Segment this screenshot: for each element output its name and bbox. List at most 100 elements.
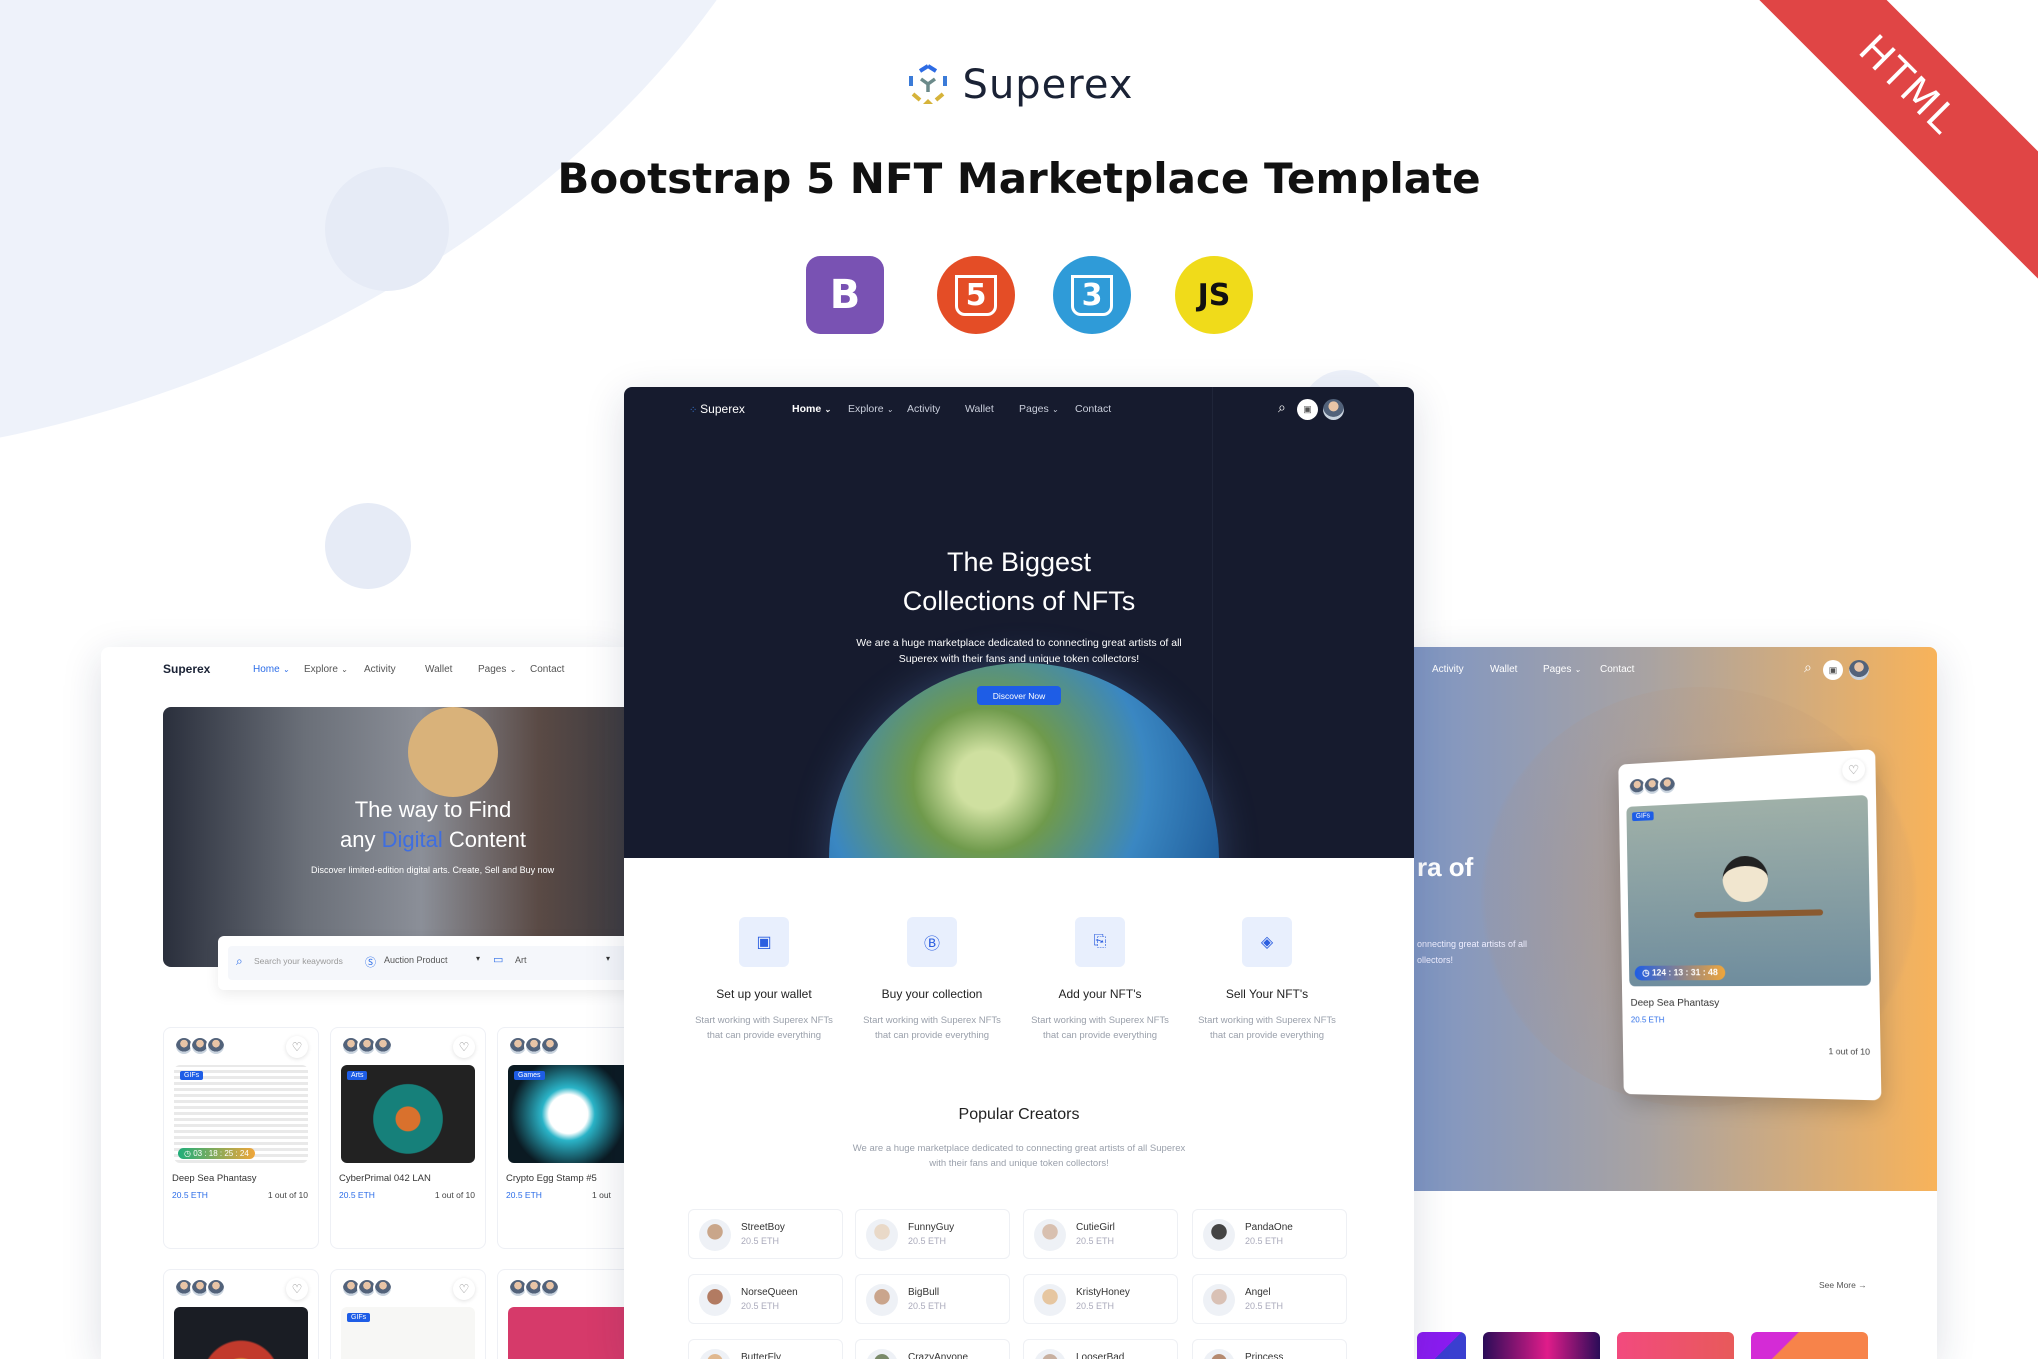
nft-card[interactable]: ♡ GIFs bbox=[330, 1269, 486, 1359]
search-input[interactable]: Search your keaywords bbox=[254, 956, 343, 966]
creator-name: Angel bbox=[1245, 1287, 1271, 1298]
collection-thumb[interactable] bbox=[1483, 1332, 1600, 1359]
wallet-button[interactable]: ▣ bbox=[1823, 660, 1843, 680]
creator-avatar bbox=[1203, 1219, 1235, 1251]
hero-desc-line2: Superex with their fans and unique token… bbox=[898, 653, 1140, 665]
step-title: Add your NFT's bbox=[1058, 987, 1142, 1001]
collection-thumb[interactable] bbox=[1617, 1332, 1734, 1359]
bitcoin-icon: Ⓑ bbox=[907, 917, 957, 967]
creator-card[interactable]: CutieGirl 20.5 ETH bbox=[1023, 1209, 1178, 1259]
nav-item-explore[interactable]: Explore ⌄ bbox=[848, 403, 893, 415]
hero-title-line2: Collections of NFTs bbox=[902, 586, 1136, 616]
creator-avatar bbox=[866, 1219, 898, 1251]
javascript-icon: JS bbox=[1175, 256, 1253, 334]
creator-card[interactable]: NorseQueen 20.5 ETH bbox=[688, 1274, 843, 1324]
nft-card[interactable]: ♡ bbox=[163, 1269, 319, 1359]
nft-image bbox=[508, 1307, 624, 1359]
nav-item-home[interactable]: Home ⌄ bbox=[792, 403, 831, 415]
owner-avatars bbox=[341, 1278, 393, 1298]
nav-item-wallet[interactable]: Wallet bbox=[425, 664, 452, 675]
discover-now-button[interactable]: Discover Now bbox=[977, 686, 1061, 705]
caret-down-icon: ▾ bbox=[476, 954, 481, 963]
featured-nft-card[interactable]: ♡ GIFs ◷ 124 : 13 : 31 : 48 Deep Sea Pha… bbox=[1618, 749, 1882, 1101]
nav-item-pages[interactable]: Pages ⌄ bbox=[1543, 664, 1581, 675]
heart-icon[interactable]: ♡ bbox=[286, 1036, 308, 1058]
creator-avatar bbox=[866, 1284, 898, 1316]
collection-thumb[interactable] bbox=[1417, 1332, 1466, 1359]
creator-name: KristyHoney bbox=[1076, 1287, 1130, 1298]
wallet-button[interactable]: ▣ bbox=[1297, 399, 1318, 420]
category-tag: GIFs bbox=[347, 1313, 371, 1322]
nft-edition: 1 out bbox=[592, 1190, 611, 1200]
creator-card[interactable]: Angel 20.5 ETH bbox=[1192, 1274, 1347, 1324]
nft-card[interactable]: ♡ Arts CyberPrimal 042 LAN 20.5 ETH 1 ou… bbox=[330, 1027, 486, 1249]
user-avatar[interactable] bbox=[1849, 660, 1869, 680]
nav-item-activity[interactable]: Activity bbox=[907, 403, 940, 415]
creator-name: FunnyGuy bbox=[908, 1222, 955, 1233]
nav-item-home[interactable]: Home ⌄ bbox=[253, 664, 289, 675]
nav-item-pages[interactable]: Pages ⌄ bbox=[478, 664, 516, 675]
creator-card[interactable]: StreetBoy 20.5 ETH bbox=[688, 1209, 843, 1259]
creator-avatar bbox=[1203, 1284, 1235, 1316]
nft-title: Deep Sea Phantasy bbox=[1630, 997, 1720, 1009]
nav-item-explore[interactable]: Explore ⌄ bbox=[304, 664, 348, 675]
nav-item-wallet[interactable]: Wallet bbox=[965, 403, 994, 415]
background-circle bbox=[325, 503, 411, 589]
chevron-down-icon: ⌄ bbox=[282, 665, 290, 674]
creator-card[interactable]: CrazyAnyone bbox=[855, 1339, 1010, 1359]
nav-brand[interactable]: ⁘ Superex bbox=[689, 402, 745, 416]
creator-eth: 20.5 ETH bbox=[741, 1236, 780, 1246]
category-select[interactable]: Art bbox=[515, 955, 527, 965]
creator-card[interactable]: FunnyGuy 20.5 ETH bbox=[855, 1209, 1010, 1259]
nav-brand[interactable]: Superex bbox=[163, 662, 210, 676]
creator-avatar bbox=[1034, 1349, 1066, 1359]
nav-item-activity[interactable]: Activity bbox=[1432, 664, 1464, 675]
nft-card[interactable]: ♡ GIFs ◷ 03 : 18 : 25 : 24 Deep Sea Phan… bbox=[163, 1027, 319, 1249]
creator-avatar bbox=[1034, 1284, 1066, 1316]
nft-image: Games bbox=[508, 1065, 624, 1163]
broom bbox=[1694, 909, 1824, 919]
heart-icon[interactable]: ♡ bbox=[453, 1036, 475, 1058]
creator-card[interactable]: ButterFly bbox=[688, 1339, 843, 1359]
hero-description: Discover limited-edition digital arts. C… bbox=[311, 865, 555, 875]
creator-card[interactable]: BigBull 20.5 ETH bbox=[855, 1274, 1010, 1324]
nav-item-contact[interactable]: Contact bbox=[530, 664, 564, 675]
character-head bbox=[1722, 855, 1769, 903]
heart-icon[interactable]: ♡ bbox=[453, 1278, 475, 1300]
nft-card[interactable]: Games Crypto Egg Stamp #5 20.5 ETH 1 out bbox=[497, 1027, 624, 1249]
chevron-down-icon: ⌄ bbox=[340, 665, 348, 674]
see-more-link[interactable]: See More → bbox=[1819, 1280, 1867, 1290]
center-preview-mockup: The Biggest Collections of NFTs We are a… bbox=[624, 387, 1414, 1359]
heart-icon[interactable]: ♡ bbox=[286, 1278, 308, 1300]
nav-item-wallet[interactable]: Wallet bbox=[1490, 664, 1517, 675]
nav-item-contact[interactable]: Contact bbox=[1600, 664, 1634, 675]
superex-logo-icon: ⁘ bbox=[689, 405, 701, 416]
nft-card[interactable] bbox=[497, 1269, 624, 1359]
nav-item-pages[interactable]: Pages ⌄ bbox=[1019, 403, 1058, 415]
creator-card[interactable]: Princess bbox=[1192, 1339, 1347, 1359]
add-wallet-icon: ⎘ bbox=[1075, 917, 1125, 967]
chevron-down-icon: ⌄ bbox=[824, 405, 831, 414]
creator-card[interactable]: PandaOne 20.5 ETH bbox=[1192, 1209, 1347, 1259]
collection-thumb[interactable] bbox=[1751, 1332, 1868, 1359]
heart-icon[interactable]: ♡ bbox=[1841, 757, 1866, 782]
brand-name: Superex bbox=[962, 62, 1134, 108]
nft-price: 20.5 ETH bbox=[1630, 1014, 1665, 1025]
nav-item-activity[interactable]: Activity bbox=[364, 664, 396, 675]
step-description: Start working with Superex NFTs that can … bbox=[1031, 1015, 1169, 1041]
auction-select[interactable]: Auction Product bbox=[384, 955, 448, 965]
search-icon[interactable]: ⌕ bbox=[1804, 659, 1812, 676]
creators-desc-line2: with their fans and unique token collect… bbox=[929, 1158, 1109, 1169]
user-avatar[interactable] bbox=[1323, 399, 1344, 420]
creator-card[interactable]: LooserBad bbox=[1023, 1339, 1178, 1359]
nft-edition: 1 out of 10 bbox=[434, 1190, 475, 1200]
popular-creators-title: Popular Creators bbox=[958, 1106, 1080, 1123]
bootstrap-icon: B bbox=[806, 256, 884, 334]
search-icon[interactable]: ⌕ bbox=[1278, 399, 1286, 416]
creator-eth: 20.5 ETH bbox=[1245, 1236, 1284, 1246]
nav-item-contact[interactable]: Contact bbox=[1075, 403, 1111, 415]
chevron-down-icon: ⌄ bbox=[1051, 405, 1059, 414]
creator-card[interactable]: KristyHoney 20.5 ETH bbox=[1023, 1274, 1178, 1324]
creator-eth: 20.5 ETH bbox=[1245, 1301, 1284, 1311]
creator-avatar bbox=[1034, 1219, 1066, 1251]
